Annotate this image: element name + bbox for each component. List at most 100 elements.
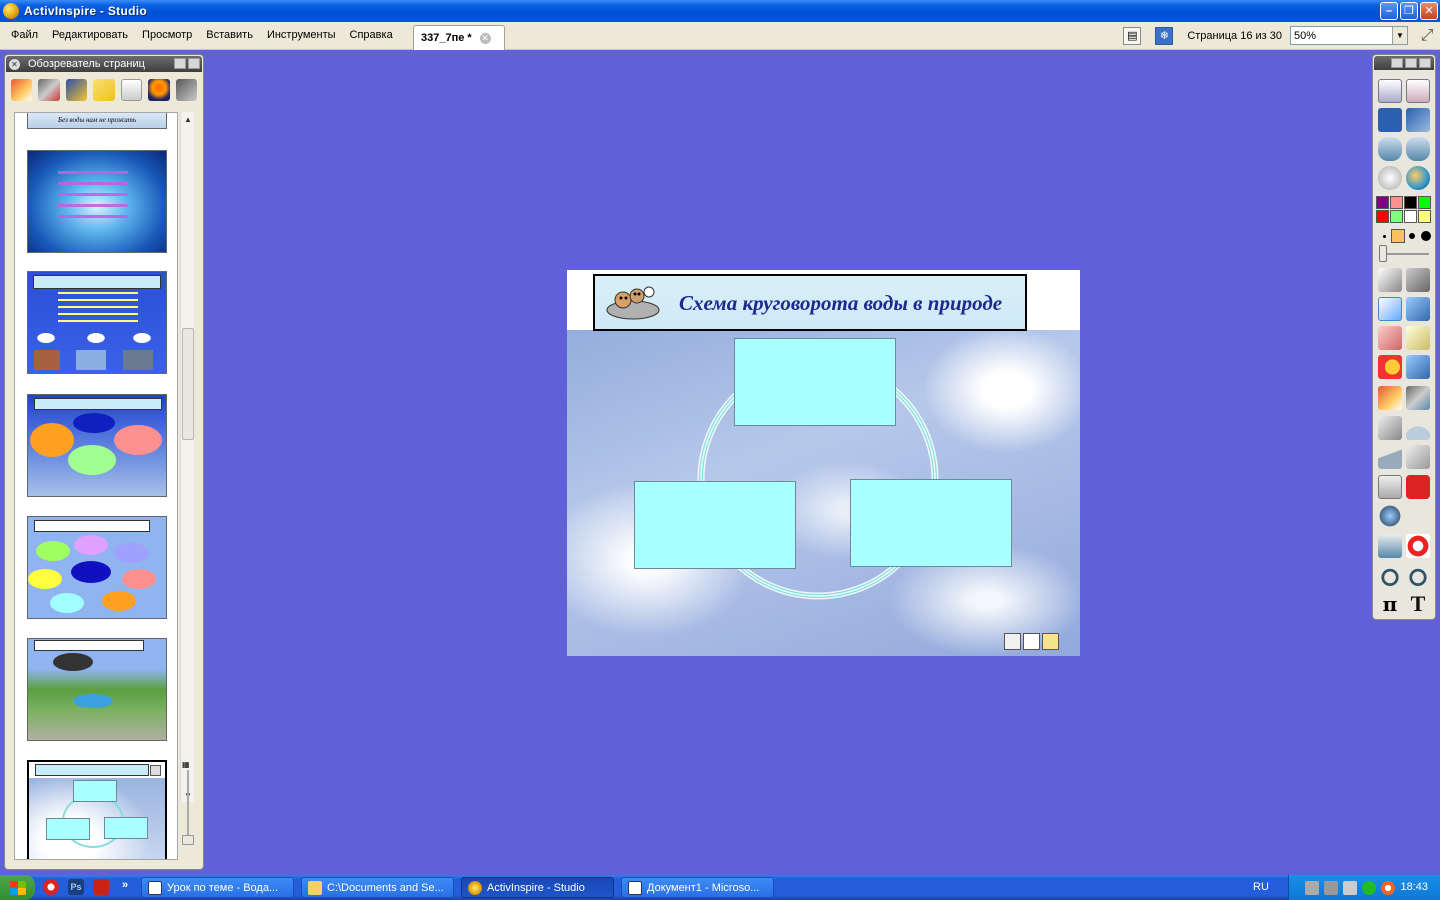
close-tab-icon[interactable]: ✕ xyxy=(479,32,491,44)
page-view-icon[interactable]: ▤ xyxy=(1123,26,1142,45)
select-icon[interactable] xyxy=(1378,268,1402,292)
flipchart-icon[interactable] xyxy=(1406,386,1430,410)
connector-icon[interactable] xyxy=(1406,355,1430,379)
text-icon[interactable]: T xyxy=(1406,592,1430,616)
web-icon[interactable] xyxy=(1406,166,1430,190)
annotate-icon[interactable] xyxy=(1378,108,1402,132)
scroll-up-icon[interactable]: ▲ xyxy=(181,112,195,126)
clear-icon[interactable] xyxy=(1378,534,1402,558)
snowflake-icon[interactable]: ❄ xyxy=(1155,26,1174,45)
ruler-icon[interactable] xyxy=(1378,416,1402,440)
quicklaunch-photoshop-icon[interactable]: Ps xyxy=(68,879,84,895)
play-icon[interactable] xyxy=(1378,166,1402,190)
notes-browser-tab-icon[interactable] xyxy=(93,79,115,101)
calculator-icon[interactable] xyxy=(1378,475,1402,499)
menu-view[interactable]: Просмотр xyxy=(135,29,199,41)
color-swatch-white[interactable] xyxy=(1404,210,1417,223)
pi-icon[interactable]: π xyxy=(1378,592,1402,616)
note-icon[interactable] xyxy=(1406,79,1430,103)
taskbar-item[interactable]: Урок по теме - Вода... xyxy=(141,877,294,898)
scrollbar-thumb[interactable] xyxy=(182,328,194,440)
page-browser-icon[interactable] xyxy=(1378,79,1402,103)
cycle-box-left[interactable] xyxy=(634,481,796,569)
flipchart-page[interactable]: Схема круговорота воды в природе xyxy=(567,270,1080,656)
dock-icon[interactable] xyxy=(188,58,200,69)
color-swatch-purple[interactable] xyxy=(1376,196,1389,209)
page-thumbnail[interactable]: Без воды нам не прожить xyxy=(27,113,167,129)
chevron-down-icon[interactable]: ▼ xyxy=(1392,27,1407,44)
color-swatch-black[interactable] xyxy=(1404,196,1417,209)
browser-icon[interactable] xyxy=(1381,880,1395,895)
shape-icon[interactable] xyxy=(1378,355,1402,379)
menu-edit[interactable]: Редактировать xyxy=(45,29,135,41)
thumbnail-menu-icon[interactable] xyxy=(150,765,161,776)
magic-tools-icon[interactable] xyxy=(1406,268,1430,292)
desktop-tools-icon[interactable] xyxy=(1406,108,1430,132)
page-thumbnail-selected[interactable] xyxy=(27,760,167,859)
fullscreen-icon[interactable]: ⤢ xyxy=(1416,25,1438,47)
next-page-icon[interactable] xyxy=(1406,137,1430,161)
slider-knob[interactable] xyxy=(182,835,194,845)
page-thumbnail[interactable] xyxy=(27,271,167,374)
color-swatch-pink[interactable] xyxy=(1390,196,1403,209)
close-button[interactable]: ✕ xyxy=(1420,2,1438,20)
refresh-icon[interactable] xyxy=(1023,633,1040,650)
protractor-icon[interactable] xyxy=(1406,416,1430,440)
menu-help[interactable]: Справка xyxy=(343,29,400,41)
quicklaunch-acrobat-icon[interactable] xyxy=(93,879,109,895)
taskbar-item[interactable]: C:\Documents and Se... xyxy=(301,877,454,898)
taskbar-item-active[interactable]: ActivInspire - Studio xyxy=(461,877,614,898)
minimize-button[interactable]: – xyxy=(1380,2,1398,20)
dice-icon[interactable] xyxy=(1406,475,1430,499)
pen-width-dot-large[interactable] xyxy=(1421,231,1431,241)
language-indicator[interactable]: RU xyxy=(1253,881,1269,893)
page-thumbnail-list[interactable]: Без воды нам не прожить xyxy=(14,112,178,860)
restore-button[interactable]: ❐ xyxy=(1400,2,1418,20)
quicklaunch-antivirus-icon[interactable] xyxy=(43,879,59,895)
compass-icon[interactable] xyxy=(1406,445,1430,469)
thumbnail-scrollbar[interactable]: ▲ ▼ xyxy=(180,112,194,802)
volume-icon[interactable] xyxy=(1343,880,1357,895)
page-thumbnail[interactable] xyxy=(27,394,167,497)
zoom-select[interactable]: 50% ▼ xyxy=(1290,26,1408,45)
note-icon[interactable] xyxy=(1042,633,1059,650)
page-thumbnail[interactable] xyxy=(27,638,167,741)
toolbox-collapse-icon[interactable] xyxy=(1405,58,1417,68)
start-button[interactable] xyxy=(0,875,35,900)
object-browser-tab-icon[interactable] xyxy=(65,79,88,101)
voting-browser-tab-icon[interactable] xyxy=(175,79,197,101)
bell-icon[interactable] xyxy=(1004,633,1021,650)
color-swatch-lightgreen[interactable] xyxy=(1390,210,1403,223)
color-swatch-yellow[interactable] xyxy=(1418,210,1431,223)
document-tab[interactable]: 337_7пе * ✕ xyxy=(413,25,505,50)
pen-width-slider-knob[interactable] xyxy=(1379,245,1387,262)
mail-icon[interactable] xyxy=(1362,880,1376,895)
prev-page-icon[interactable] xyxy=(1378,137,1402,161)
quicklaunch-more-icon[interactable]: » xyxy=(122,879,128,891)
pin-icon[interactable] xyxy=(174,58,186,69)
undo-icon[interactable] xyxy=(1378,563,1402,587)
redo-icon[interactable] xyxy=(1406,563,1430,587)
toolbox-dock-icon[interactable] xyxy=(1419,58,1431,68)
network-icon[interactable] xyxy=(1305,880,1319,895)
network-icon[interactable] xyxy=(1324,880,1338,895)
property-inspector-tab-icon[interactable] xyxy=(120,79,143,101)
pen-width-dot-tiny[interactable] xyxy=(1383,235,1386,238)
toolbox-menu-icon[interactable] xyxy=(1391,58,1403,68)
thumbnail-size-slider[interactable]: ▦ xyxy=(182,760,194,855)
page-browser-tab-icon[interactable] xyxy=(11,79,33,101)
cycle-box-top[interactable] xyxy=(734,338,896,426)
eraser-icon[interactable] xyxy=(1378,326,1402,350)
menu-insert[interactable]: Вставить xyxy=(199,29,260,41)
reset-icon[interactable] xyxy=(1406,534,1430,558)
action-browser-tab-icon[interactable] xyxy=(148,79,170,101)
color-swatch-green[interactable] xyxy=(1418,196,1431,209)
spotlight-icon[interactable] xyxy=(1378,504,1402,528)
pen-width-dot-medium[interactable] xyxy=(1409,233,1415,239)
menu-tools[interactable]: Инструменты xyxy=(260,29,343,41)
highlighter-icon[interactable] xyxy=(1406,297,1430,321)
taskbar-item[interactable]: Документ1 - Microso... xyxy=(621,877,774,898)
fill-icon[interactable] xyxy=(1406,326,1430,350)
menu-file[interactable]: Файл xyxy=(4,29,45,41)
cycle-box-right[interactable] xyxy=(850,479,1012,567)
